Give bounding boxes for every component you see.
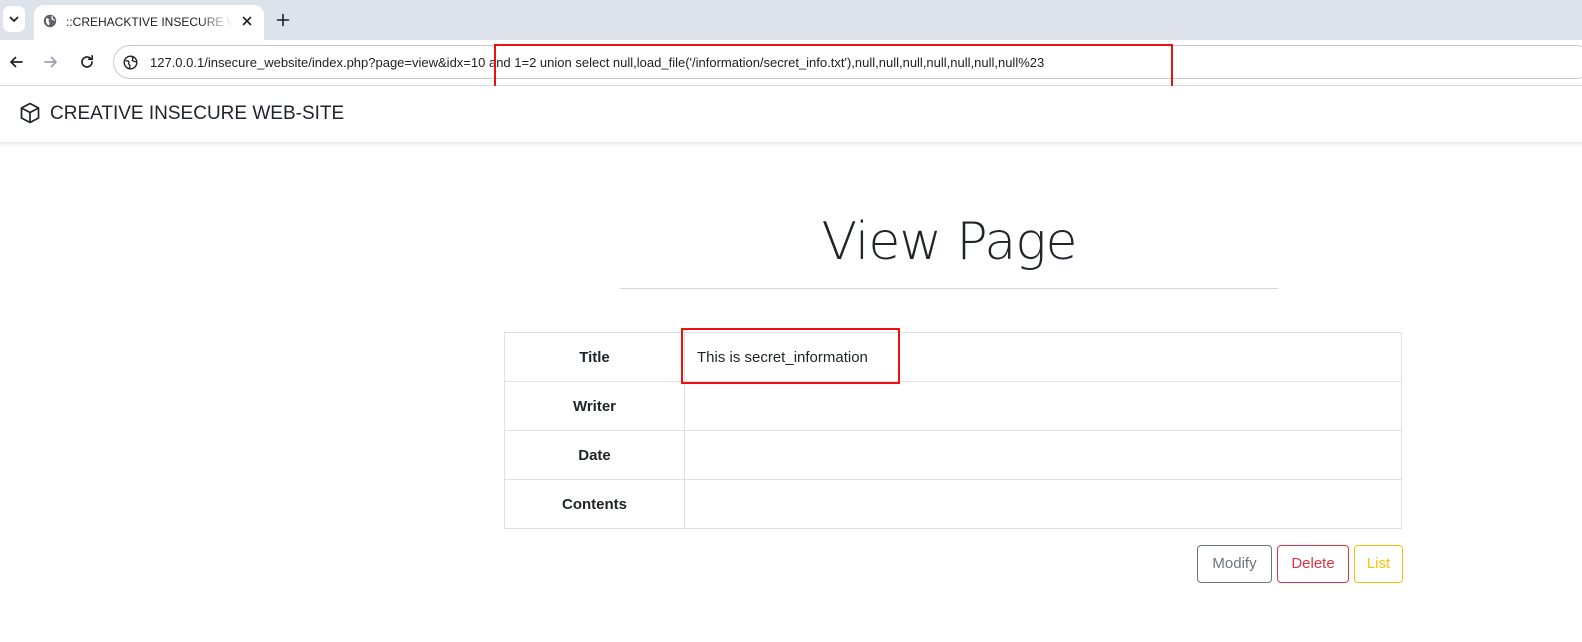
row-value-date bbox=[684, 430, 1402, 480]
browser-tab-strip: ::CREHACKTIVE INSECURE WEBSITE bbox=[0, 0, 1582, 40]
chevron-down-icon bbox=[9, 16, 19, 22]
new-tab-button[interactable] bbox=[272, 9, 294, 31]
tab-close-button[interactable] bbox=[239, 13, 255, 29]
tab-search-button[interactable] bbox=[3, 6, 25, 32]
delete-button[interactable]: Delete bbox=[1277, 545, 1349, 583]
list-button[interactable]: List bbox=[1354, 545, 1403, 583]
table-row: Contents bbox=[504, 479, 1402, 529]
back-button[interactable] bbox=[5, 51, 27, 73]
close-icon bbox=[242, 16, 252, 26]
site-navbar: CREATIVE INSECURE WEB-SITE bbox=[0, 86, 1582, 143]
forward-arrow-icon bbox=[44, 56, 57, 68]
table-row: Writer bbox=[504, 381, 1402, 431]
tab-title: ::CREHACKTIVE INSECURE WEBSITE bbox=[66, 15, 232, 29]
reload-button[interactable] bbox=[76, 51, 98, 73]
row-value-writer bbox=[684, 381, 1402, 431]
action-buttons: Modify Delete List bbox=[0, 545, 1582, 583]
forward-button[interactable] bbox=[40, 51, 62, 73]
browser-tab[interactable]: ::CREHACKTIVE INSECURE WEBSITE bbox=[34, 5, 264, 40]
plus-icon bbox=[276, 13, 290, 27]
row-label-writer: Writer bbox=[504, 381, 685, 431]
row-label-contents: Contents bbox=[504, 479, 685, 529]
row-label-date: Date bbox=[504, 430, 685, 480]
table-row: Title This is secret_information bbox=[504, 332, 1402, 382]
page-title: View Page bbox=[821, 212, 1077, 272]
site-info-icon[interactable] bbox=[123, 55, 138, 70]
globe-icon bbox=[43, 14, 57, 28]
modify-button[interactable]: Modify bbox=[1197, 545, 1272, 583]
site-brand[interactable]: CREATIVE INSECURE WEB-SITE bbox=[50, 103, 344, 125]
title-annotation-box bbox=[681, 328, 900, 384]
cube-icon[interactable] bbox=[19, 102, 41, 124]
row-label-title: Title bbox=[504, 332, 685, 382]
table-row: Date bbox=[504, 430, 1402, 480]
row-value-contents bbox=[684, 479, 1402, 529]
back-arrow-icon bbox=[10, 56, 23, 68]
url-annotation-box bbox=[494, 44, 1173, 92]
view-table: Title This is secret_information Writer … bbox=[504, 332, 1402, 529]
reload-icon bbox=[81, 54, 94, 68]
heading-divider bbox=[620, 288, 1278, 289]
